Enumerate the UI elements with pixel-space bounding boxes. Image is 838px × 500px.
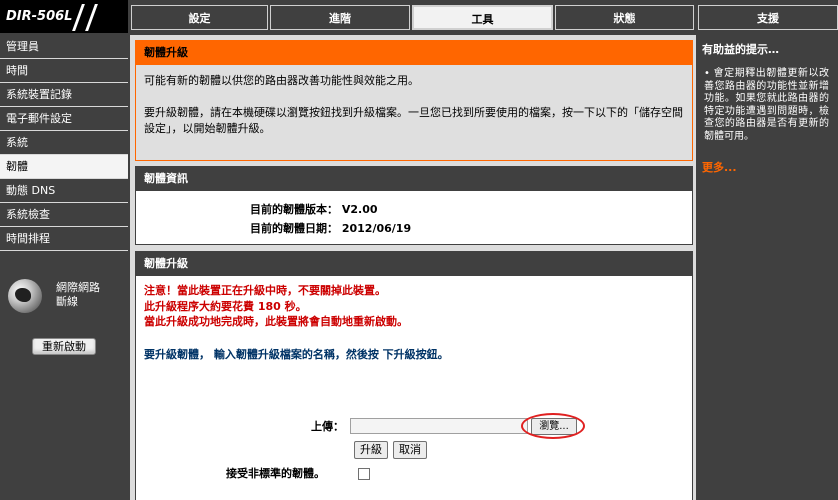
hints-title: 有助益的提示… <box>702 43 779 56</box>
warning-text: 當此升級成功地完成時，此裝置將會自動地重新啟動。 <box>144 315 408 328</box>
reboot-button[interactable]: 重新啟動 <box>32 338 96 355</box>
sidebar-item-ddns[interactable]: 動態 DNS <box>0 179 128 203</box>
accept-nonstandard-label: 接受非標準的韌體。 <box>226 467 325 480</box>
helpful-hints: 有助益的提示… • 會定期釋出韌體更新以改善您路由器的功能性並新增功能。如果您就… <box>698 35 838 500</box>
sidebar-item-time[interactable]: 時間 <box>0 59 128 83</box>
file-path-input[interactable] <box>350 418 528 434</box>
logo-text: DIR-506L <box>6 9 73 24</box>
sidebar-item-firmware[interactable]: 韌體 <box>0 155 128 179</box>
accept-nonstandard-checkbox[interactable] <box>358 468 370 480</box>
section-title: 韌體升級 <box>136 252 692 276</box>
sidebar-item-email[interactable]: 電子郵件設定 <box>0 107 128 131</box>
instructions-text: 要升級韌體，請在本機硬碟以瀏覽按鈕找到升級檔案。一旦您已找到所要使用的檔案，按一… <box>144 106 683 135</box>
product-logo: DIR-506L <box>0 0 128 33</box>
top-bar: DIR-506L 設定 進階 工具 狀態 支援 <box>0 0 838 35</box>
firmware-version-row: 目前的韌體版本： V2.00 <box>250 201 378 217</box>
left-sidebar: 管理員 時間 系統裝置記錄 電子郵件設定 系統 韌體 動態 DNS 系統檢查 時… <box>0 35 128 500</box>
internet-status-text: 網際網路 斷線 <box>56 281 100 308</box>
firmware-info: 韌體資訊 目前的韌體版本： V2.00 目前的韌體日期： 2012/06/19 <box>135 166 693 245</box>
upgrade-button[interactable]: 升級 <box>354 441 388 459</box>
sidebar-item-system-check[interactable]: 系統檢查 <box>0 203 128 227</box>
firmware-date-value: 2012/06/19 <box>341 222 412 235</box>
firmware-version-label: 目前的韌體版本： <box>250 203 338 216</box>
firmware-date-label: 目前的韌體日期： <box>250 222 338 235</box>
main-content: 韌體升級 可能有新的韌體以供您的路由器改善功能性與效能之用。 要升級韌體，請在本… <box>130 35 696 500</box>
warning-text: 注意！當此裝置正在升級中時，不要關掉此裝置。 <box>144 284 386 297</box>
tab-advanced[interactable]: 進階 <box>270 5 410 30</box>
section-title: 韌體資訊 <box>136 167 692 191</box>
upgrade-instruction: 要升級韌體， 輸入韌體升級檔案的名稱，然後按 下升級按鈕。 <box>144 348 449 361</box>
warning-text: 此升級程序大約要花費 180 秒。 <box>144 300 307 313</box>
more-link[interactable]: 更多... <box>702 159 737 175</box>
sidebar-item-schedules[interactable]: 時間排程 <box>0 227 128 251</box>
tab-status[interactable]: 狀態 <box>555 5 694 30</box>
firmware-version-value: V2.00 <box>341 203 378 216</box>
sidebar-item-system[interactable]: 系統 <box>0 131 128 155</box>
globe-icon <box>8 279 42 313</box>
cancel-button[interactable]: 取消 <box>393 441 427 459</box>
browse-button[interactable]: 瀏覽... <box>531 418 577 435</box>
sidebar-item-admin[interactable]: 管理員 <box>0 35 128 59</box>
intro-text: 可能有新的韌體以供您的路由器改善功能性與效能之用。 <box>144 74 419 87</box>
upload-label: 上傳： <box>311 420 344 433</box>
section-title: 韌體升級 <box>136 41 692 65</box>
firmware-upgrade-intro: 韌體升級 可能有新的韌體以供您的路由器改善功能性與效能之用。 要升級韌體，請在本… <box>135 40 693 161</box>
hints-body: • 會定期釋出韌體更新以改善您路由器的功能性並新增功能。如果您就此路由器的特定功… <box>704 68 829 142</box>
tab-support[interactable]: 支援 <box>698 5 838 30</box>
tab-tools[interactable]: 工具 <box>412 5 553 30</box>
tab-setup[interactable]: 設定 <box>131 5 268 30</box>
sidebar-item-syslog[interactable]: 系統裝置記錄 <box>0 83 128 107</box>
firmware-upgrade: 韌體升級 注意！當此裝置正在升級中時，不要關掉此裝置。 此升級程序大約要花費 1… <box>135 251 693 500</box>
internet-status: 網際網路 斷線 <box>8 277 123 317</box>
firmware-date-row: 目前的韌體日期： 2012/06/19 <box>250 220 411 236</box>
